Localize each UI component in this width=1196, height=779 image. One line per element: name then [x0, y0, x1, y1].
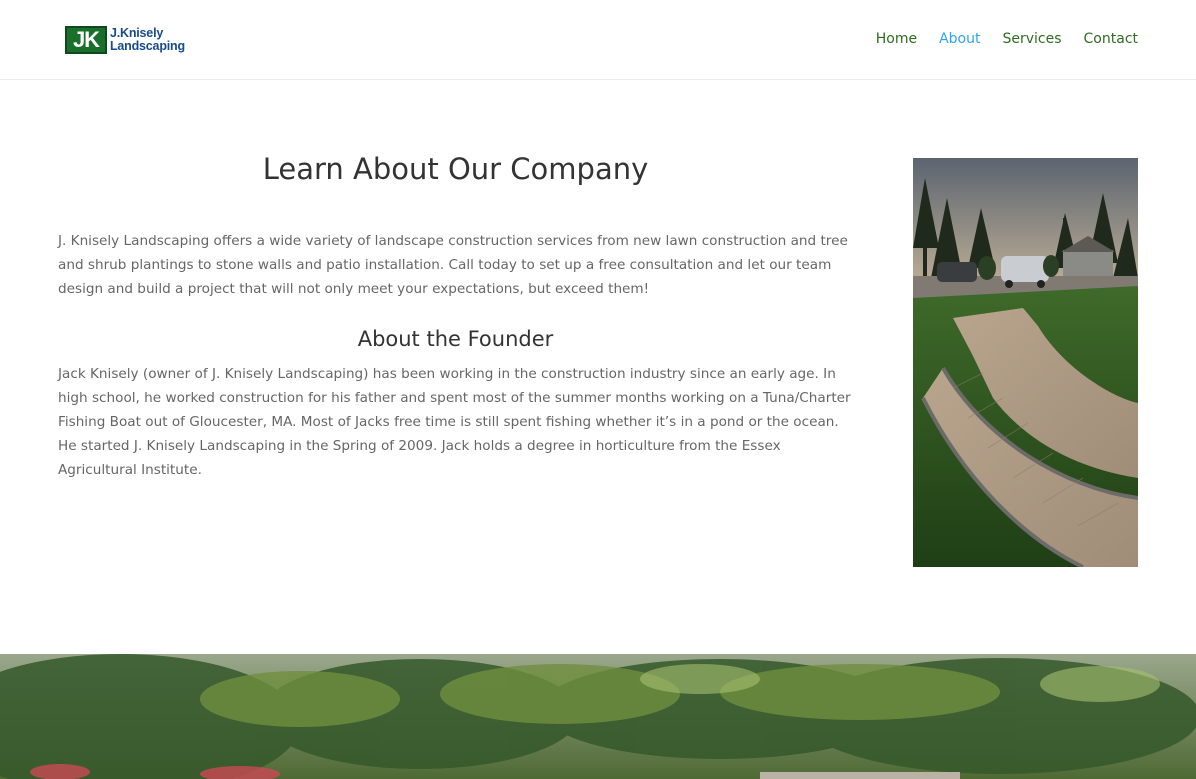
founder-heading: About the Founder — [357, 327, 554, 351]
site-logo[interactable]: JK J.Knisely Landscaping — [65, 25, 189, 55]
bottom-banner-photo — [0, 654, 1196, 779]
logo-line-2: Landscaping — [110, 39, 185, 53]
nav-contact[interactable]: Contact — [1084, 31, 1138, 47]
founder-paragraph: Jack Knisely (owner of J. Knisely Landsc… — [58, 366, 851, 478]
logo-mark: JK — [65, 26, 107, 54]
nav-services[interactable]: Services — [1002, 31, 1061, 47]
intro-paragraph: J. Knisely Landscaping offers a wide var… — [58, 233, 848, 297]
nav-home[interactable]: Home — [876, 31, 917, 47]
site-header: JK J.Knisely Landscaping Home About Serv… — [0, 0, 1196, 80]
logo-wordmark: J.Knisely Landscaping — [110, 27, 185, 53]
walkway-photo — [913, 158, 1138, 567]
main-nav: Home About Services Contact — [854, 31, 1138, 47]
nav-about[interactable]: About — [939, 31, 980, 47]
page-title: Learn About Our Company — [262, 152, 649, 186]
